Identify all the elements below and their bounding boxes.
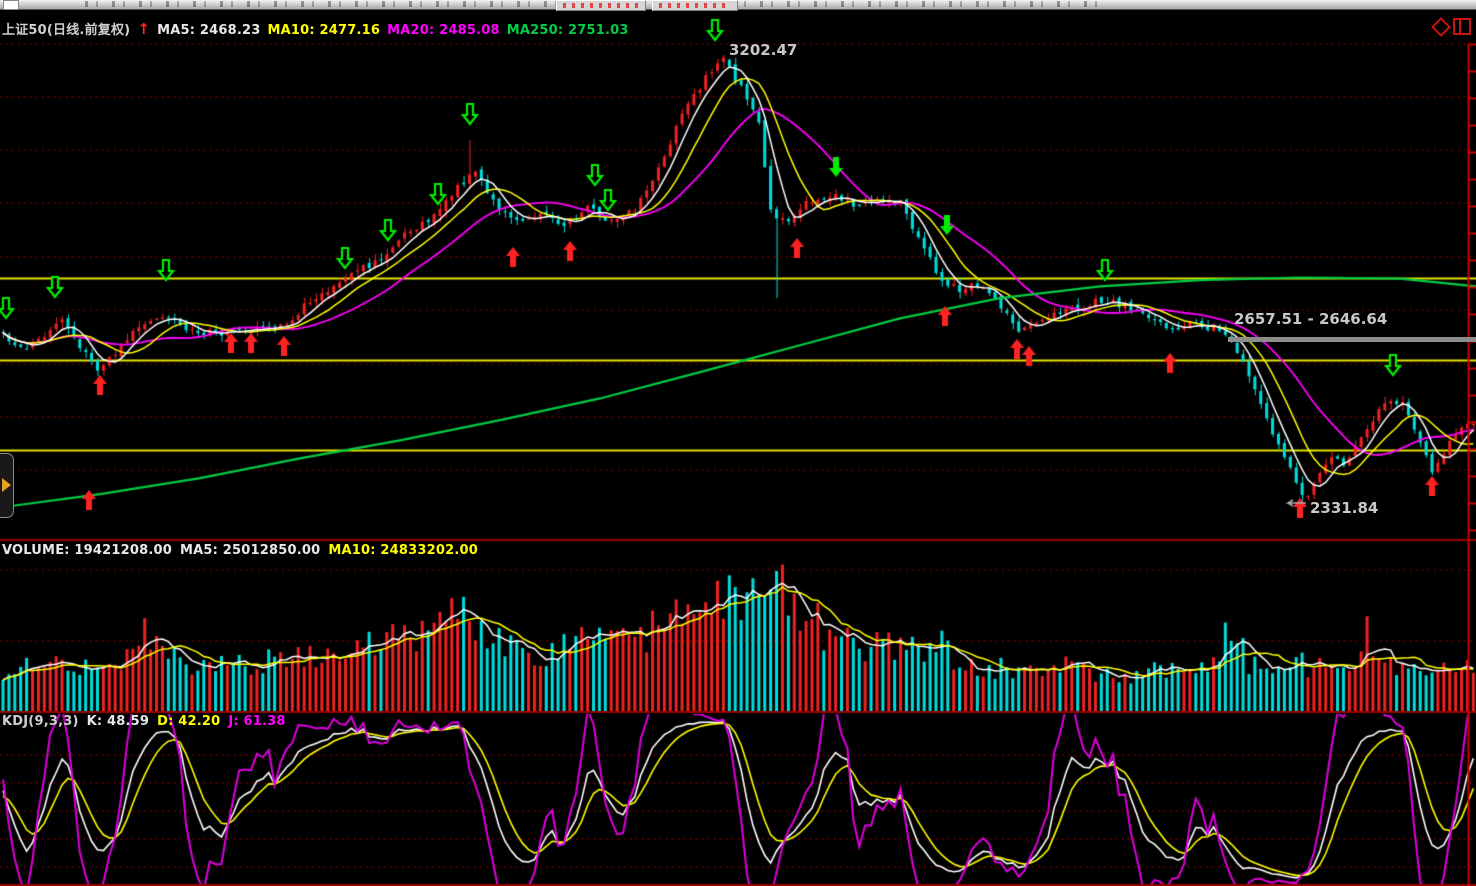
peak-price-label: 3202.47	[729, 41, 797, 59]
kdj-k-value: K: 48.59	[87, 714, 150, 729]
app-icon[interactable]	[3, 0, 19, 10]
diamond-icon[interactable]	[1431, 17, 1451, 37]
split-window-icon[interactable]	[1453, 18, 1471, 35]
sidebar-expander-tab[interactable]	[0, 453, 14, 518]
menu-button-2[interactable]	[652, 0, 738, 11]
up-arrow-icon: ↑	[137, 20, 150, 38]
kdj-j-value: J: 61.38	[228, 714, 285, 729]
kdj-name: KDJ(9,3,3)	[2, 714, 79, 729]
trading-app-window: 上证50(日线.前复权) ↑ MA5: 2468.23 MA10: 2477.16 MA…	[0, 0, 1476, 886]
menu-button-1[interactable]	[556, 0, 646, 11]
menu-button-2-label	[659, 3, 731, 8]
price-range-label: 2657.51 - 2646.64	[1234, 310, 1387, 328]
pane-corner-icons	[1432, 17, 1472, 35]
volume-ma5-value: MA5: 25012850.00	[180, 543, 320, 558]
menu-bar	[0, 0, 1476, 10]
kdj-d-value: D: 42.20	[157, 714, 220, 729]
main-pane-header: 上证50(日线.前复权) ↑ MA5: 2468.23 MA10: 2477.16 MA…	[2, 19, 636, 38]
symbol-title: 上证50(日线.前复权)	[2, 23, 130, 38]
ma10-value: MA10: 2477.16	[267, 23, 380, 38]
menu-button-1-label	[563, 3, 639, 8]
volume-ma10-value: MA10: 24833202.00	[328, 543, 478, 558]
volume-value: VOLUME: 19421208.00	[2, 543, 172, 558]
main-chart-canvas[interactable]	[0, 0, 1476, 886]
expand-right-icon	[2, 478, 11, 492]
kdj-pane-header: KDJ(9,3,3) K: 48.59 D: 42.20 J: 61.38	[2, 714, 294, 729]
ma5-value: MA5: 2468.23	[157, 23, 260, 38]
measure-highlight-bar	[1228, 337, 1476, 342]
ma250-value: MA250: 2751.03	[507, 23, 629, 38]
low-price-label: 2331.84	[1310, 499, 1378, 517]
volume-pane-header: VOLUME: 19421208.00 MA5: 25012850.00 MA10:…	[2, 543, 486, 558]
ma20-value: MA20: 2485.08	[387, 23, 500, 38]
